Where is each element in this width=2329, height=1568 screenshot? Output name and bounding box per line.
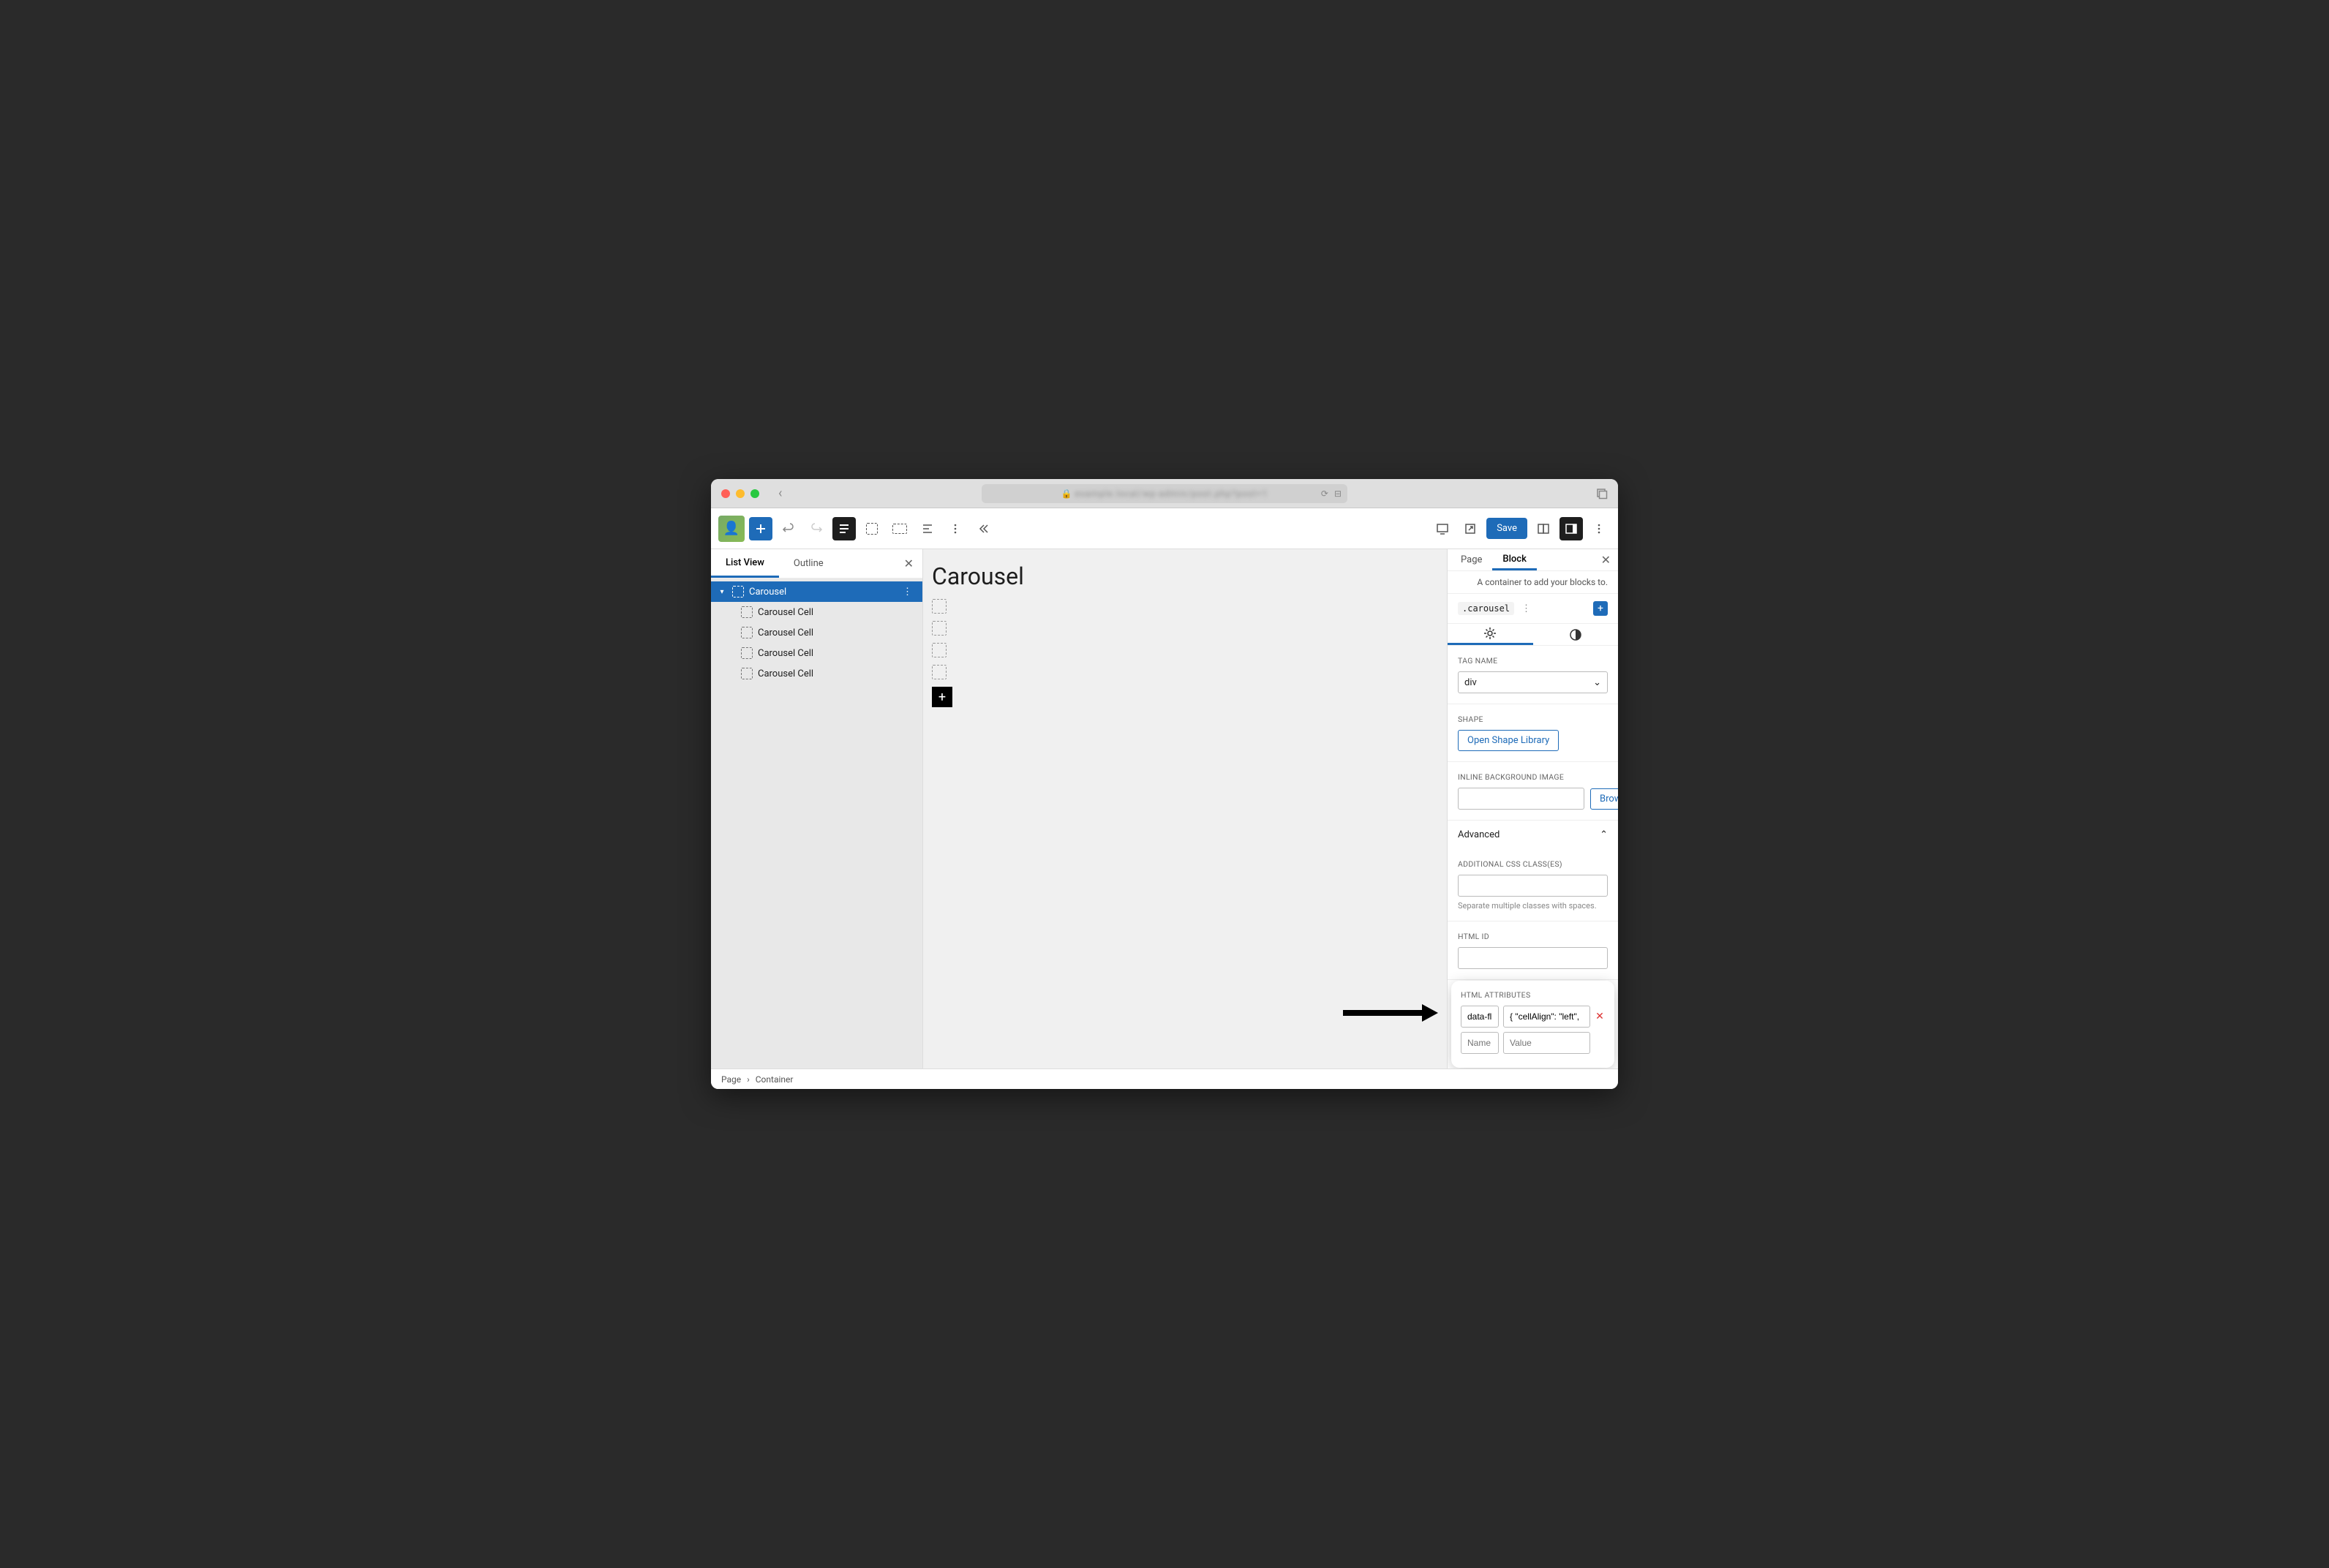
container-icon [740, 626, 753, 639]
minimize-window[interactable] [736, 489, 745, 498]
contrast-icon [1569, 628, 1582, 641]
chevron-down-icon[interactable]: ▾ [717, 588, 727, 596]
browser-back[interactable]: ‹ [778, 486, 782, 501]
tree-item-cell[interactable]: Carousel Cell [711, 622, 922, 643]
reader-icon[interactable]: ⊟ [1334, 489, 1342, 499]
list-view-toggle[interactable] [832, 517, 856, 540]
styles-icon[interactable] [1532, 517, 1555, 540]
traffic-lights [721, 489, 759, 498]
annotation-arrow [1343, 1007, 1438, 1019]
carousel-cell-placeholder[interactable] [932, 621, 947, 636]
undo-button[interactable] [777, 517, 800, 540]
titlebar: ‹ 🔒 example.local/wp-admin/post.php?post… [711, 479, 1618, 508]
css-classes-help: Separate multiple classes with spaces. [1458, 901, 1608, 911]
tabs-icon[interactable] [1596, 488, 1608, 500]
breadcrumb: Page › Container [711, 1068, 1618, 1089]
redo-button[interactable] [805, 517, 828, 540]
editor-toolbar: 👤 S [711, 508, 1618, 549]
tool-align[interactable] [916, 517, 939, 540]
more-menu[interactable] [1587, 517, 1611, 540]
tree-item-more[interactable]: ⋮ [898, 587, 917, 598]
block-description: A container to add your blocks to. [1448, 571, 1618, 594]
bg-image-input[interactable] [1458, 788, 1584, 810]
crumb-separator: › [747, 1074, 750, 1085]
add-class-button[interactable]: + [1593, 601, 1608, 616]
browse-button[interactable]: Browse [1590, 788, 1618, 810]
address-blurred: example.local/wp-admin/post.php?post=1 [1075, 489, 1268, 499]
html-attributes-section: HTML ATTRIBUTES ✕ [1453, 983, 1612, 1066]
chevron-down-icon: ⌄ [1593, 677, 1601, 688]
reload-icon[interactable]: ⟳ [1321, 489, 1328, 499]
desktop-preview-icon[interactable] [1431, 517, 1454, 540]
page-title[interactable]: Carousel [932, 562, 1438, 590]
carousel-cell-placeholder[interactable] [932, 599, 947, 614]
close-list-view[interactable]: ✕ [904, 557, 914, 570]
tree-item-cell[interactable]: Carousel Cell [711, 602, 922, 622]
close-settings[interactable]: ✕ [1601, 553, 1611, 567]
label-html-attrs: HTML ATTRIBUTES [1461, 990, 1605, 1000]
tool-frame[interactable] [888, 517, 911, 540]
editor-canvas[interactable]: Carousel + [923, 549, 1447, 1068]
close-window[interactable] [721, 489, 730, 498]
html-id-input[interactable] [1458, 947, 1608, 969]
address-bar[interactable]: 🔒 example.local/wp-admin/post.php?post=1… [982, 484, 1347, 503]
advanced-label: Advanced [1458, 829, 1500, 840]
container-icon [740, 606, 753, 619]
label-bg-image: INLINE BACKGROUND IMAGE [1458, 772, 1608, 782]
tree-label: Carousel [749, 587, 786, 598]
site-avatar[interactable]: 👤 [718, 516, 745, 542]
label-tag-name: TAG NAME [1458, 656, 1608, 666]
settings-panel-toggle[interactable] [1559, 517, 1583, 540]
crumb-page[interactable]: Page [721, 1074, 741, 1085]
settings-panel: Page Block ✕ A container to add your blo… [1447, 549, 1618, 1068]
css-classes-input[interactable] [1458, 875, 1608, 897]
advanced-toggle[interactable]: Advanced ⌃ [1448, 821, 1618, 849]
carousel-cell-placeholder[interactable] [932, 665, 947, 679]
tab-page[interactable]: Page [1451, 549, 1492, 570]
attr-delete-button[interactable]: ✕ [1595, 1011, 1605, 1022]
attr-value-input-empty[interactable] [1503, 1032, 1590, 1054]
tab-block[interactable]: Block [1492, 549, 1536, 570]
settings-tab[interactable] [1448, 624, 1533, 645]
crumb-container[interactable]: Container [756, 1074, 794, 1085]
list-view-panel: List View Outline ✕ ▾ Carousel ⋮ Carouse… [711, 549, 923, 1068]
save-button[interactable]: Save [1486, 518, 1527, 539]
tab-outline[interactable]: Outline [779, 549, 838, 578]
external-preview-icon[interactable] [1459, 517, 1482, 540]
tree-item-cell[interactable]: Carousel Cell [711, 663, 922, 684]
chevron-up-icon: ⌃ [1600, 829, 1608, 840]
tab-list-view[interactable]: List View [711, 549, 779, 578]
tag-name-value: div [1464, 677, 1477, 688]
attr-name-input-empty[interactable] [1461, 1032, 1499, 1054]
open-shape-library-button[interactable]: Open Shape Library [1458, 730, 1559, 751]
tool-select[interactable] [860, 517, 884, 540]
container-icon [740, 667, 753, 680]
tree-label: Carousel Cell [758, 648, 813, 659]
tag-name-select[interactable]: div ⌄ [1458, 671, 1608, 693]
add-block-button[interactable] [749, 517, 772, 540]
attr-name-input[interactable] [1461, 1006, 1499, 1028]
tree-item-cell[interactable]: Carousel Cell [711, 643, 922, 663]
canvas-add-block[interactable]: + [932, 687, 952, 707]
carousel-cell-placeholder[interactable] [932, 643, 947, 657]
tree-label: Carousel Cell [758, 607, 813, 618]
container-icon [740, 647, 753, 660]
attr-value-input[interactable] [1503, 1006, 1590, 1028]
collapse-toolbar[interactable] [971, 517, 995, 540]
label-shape: SHAPE [1458, 715, 1608, 724]
tree-label: Carousel Cell [758, 668, 813, 679]
tree-label: Carousel Cell [758, 627, 813, 638]
block-class-chip[interactable]: .carousel [1458, 602, 1514, 615]
maximize-window[interactable] [750, 489, 759, 498]
label-html-id: HTML ID [1458, 932, 1608, 941]
tree-item-carousel[interactable]: ▾ Carousel ⋮ [711, 581, 922, 602]
styles-tab[interactable] [1533, 624, 1619, 645]
more-tools[interactable] [944, 517, 967, 540]
label-css-classes: ADDITIONAL CSS CLASS(ES) [1458, 859, 1608, 869]
class-more[interactable]: ⋮ [1519, 603, 1534, 614]
gear-icon [1483, 627, 1497, 640]
container-icon [731, 585, 745, 598]
